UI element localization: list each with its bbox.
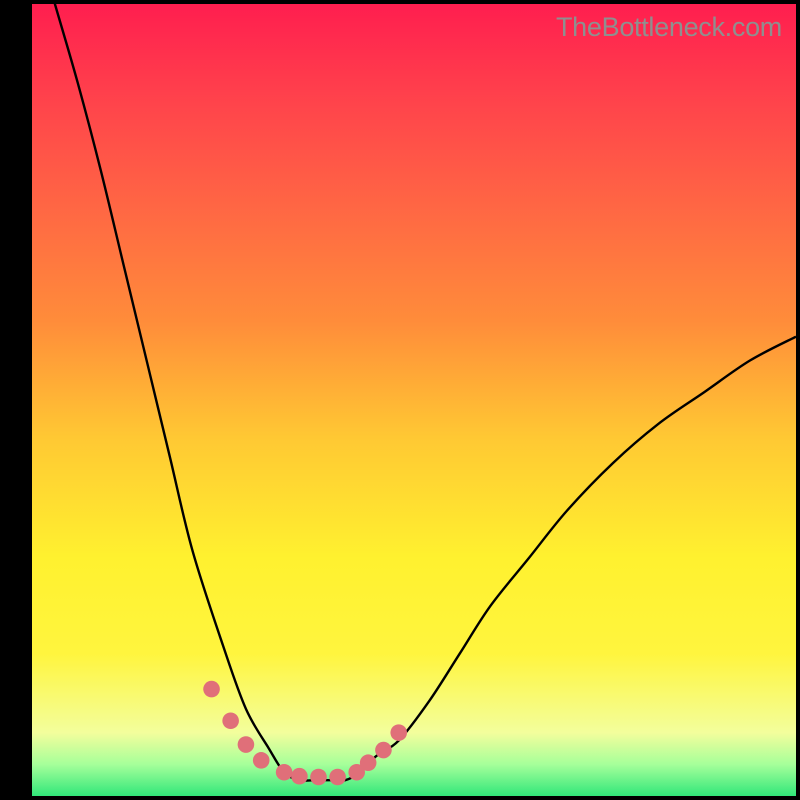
curve-marker — [253, 752, 270, 769]
curve-canvas — [32, 4, 796, 796]
curve-marker — [238, 736, 255, 753]
marker-group — [203, 681, 407, 786]
watermark-text: TheBottleneck.com — [556, 12, 782, 43]
curve-marker — [276, 764, 293, 781]
curve-marker — [390, 724, 407, 741]
curve-marker — [203, 681, 220, 698]
bottleneck-gradient-plot: TheBottleneck.com — [32, 4, 796, 796]
bottleneck-curve — [32, 4, 796, 781]
curve-marker — [291, 768, 308, 785]
curve-marker — [310, 769, 327, 786]
curve-marker — [375, 742, 392, 759]
curve-marker — [329, 769, 346, 786]
curve-marker — [222, 712, 239, 729]
curve-marker — [360, 754, 377, 771]
